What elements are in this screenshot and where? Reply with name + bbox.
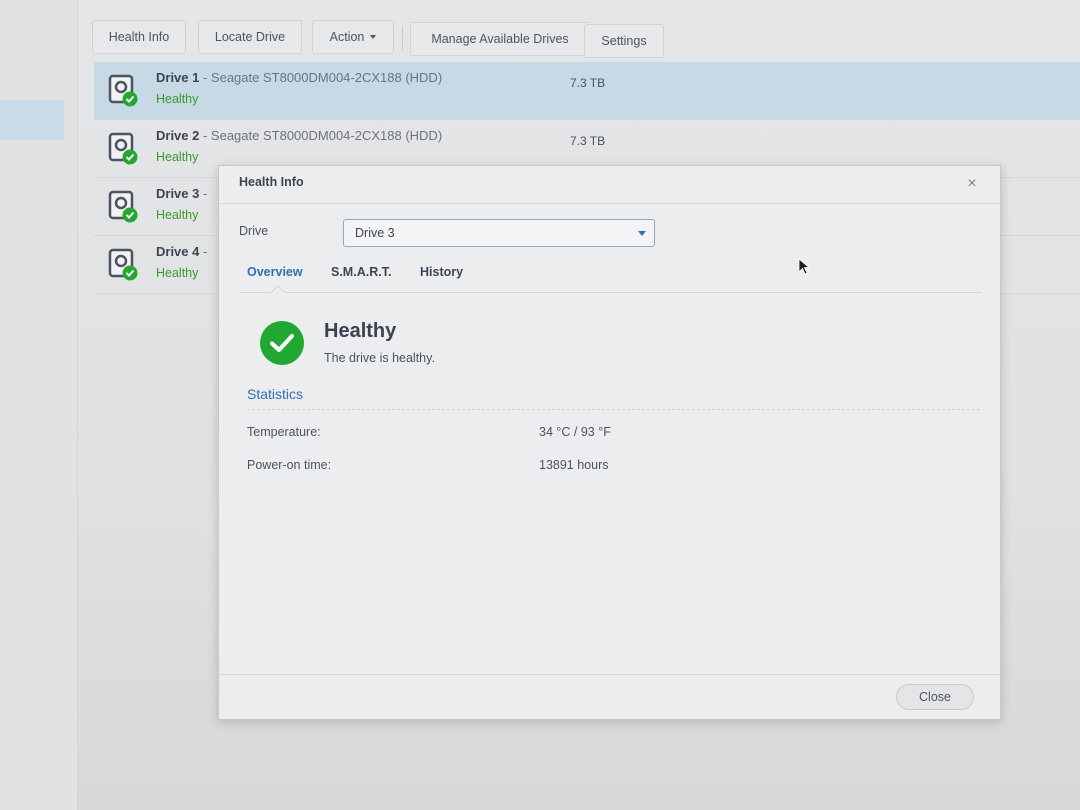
manage-available-drives-button[interactable]: Manage Available Drives xyxy=(410,22,590,56)
temperature-value: 34 °C / 93 °F xyxy=(539,425,611,439)
temperature-label: Temperature: xyxy=(247,425,321,439)
chevron-down-icon xyxy=(370,35,377,39)
locate-drive-label: Locate Drive xyxy=(214,30,286,44)
power-on-time-value: 13891 hours xyxy=(539,458,609,472)
drive-health-icon xyxy=(108,132,138,165)
drive-model: - xyxy=(199,244,208,259)
tab-smart[interactable]: S.M.A.R.T. xyxy=(331,265,391,279)
toolbar: Health Info Locate Drive Action Manage A… xyxy=(92,20,1080,58)
left-navigation-panel xyxy=(0,0,78,810)
drive-model: - xyxy=(199,186,208,201)
drive-select[interactable]: Drive 3 xyxy=(343,219,655,247)
drive-size: 7.3 TB xyxy=(570,134,606,148)
drive-name: Drive 3 - xyxy=(156,186,208,201)
health-status-title: Healthy xyxy=(324,320,397,342)
settings-label: Settings xyxy=(601,34,647,48)
drive-field-label: Drive xyxy=(239,224,269,238)
drive-health-icon xyxy=(108,74,138,107)
tab-history[interactable]: History xyxy=(420,265,463,279)
drive-name: Drive 4 - xyxy=(156,244,208,259)
drive-row-1[interactable]: Drive 1 - Seagate ST8000DM004-2CX188 (HD… xyxy=(94,62,1080,120)
drive-status: Healthy xyxy=(156,150,199,164)
drive-size: 7.3 TB xyxy=(570,76,606,90)
toolbar-separator xyxy=(402,26,403,50)
settings-button[interactable]: Settings xyxy=(584,24,664,58)
health-status-description: The drive is healthy. xyxy=(324,351,435,365)
close-button[interactable]: Close xyxy=(896,684,974,710)
statistics-divider xyxy=(247,409,980,410)
manage-drives-label: Manage Available Drives xyxy=(431,32,569,46)
tabs-divider xyxy=(239,292,982,293)
dialog-footer-divider xyxy=(219,674,1000,675)
dialog-title-divider xyxy=(219,203,1000,204)
health-info-button[interactable]: Health Info xyxy=(92,20,186,54)
action-label: Action xyxy=(329,30,365,44)
drive-health-icon xyxy=(108,248,138,281)
dialog-title: Health Info xyxy=(239,175,304,189)
locate-drive-button[interactable]: Locate Drive xyxy=(198,20,302,54)
dialog-tabs: Overview S.M.A.R.T. History xyxy=(239,262,982,300)
statistics-heading: Statistics xyxy=(247,386,304,402)
drive-name: Drive 1 - Seagate ST8000DM004-2CX188 (HD… xyxy=(156,70,443,85)
drive-name: Drive 2 - Seagate ST8000DM004-2CX188 (HD… xyxy=(156,128,443,143)
action-button[interactable]: Action xyxy=(312,20,394,54)
drive-status: Healthy xyxy=(156,266,199,280)
drive-status: Healthy xyxy=(156,208,199,222)
tab-overview[interactable]: Overview xyxy=(247,265,303,279)
health-info-dialog: Health Info × Drive Drive 3 Overview S.M… xyxy=(218,165,1001,720)
health-info-label: Health Info xyxy=(108,30,170,44)
close-icon[interactable]: × xyxy=(962,174,982,194)
drive-status: Healthy xyxy=(156,92,199,106)
close-button-label: Close xyxy=(919,690,951,704)
left-nav-selected-item[interactable] xyxy=(0,100,64,140)
drive-select-value: Drive 3 xyxy=(355,226,395,240)
power-on-time-label: Power-on time: xyxy=(247,458,332,472)
chevron-down-icon xyxy=(638,231,646,236)
check-circle-icon xyxy=(260,321,304,365)
mouse-cursor-icon xyxy=(798,258,811,275)
active-tab-indicator xyxy=(270,284,286,300)
drive-health-icon xyxy=(108,190,138,223)
drive-model: - Seagate ST8000DM004-2CX188 (HDD) xyxy=(199,128,443,143)
drive-model: - Seagate ST8000DM004-2CX188 (HDD) xyxy=(199,70,443,85)
